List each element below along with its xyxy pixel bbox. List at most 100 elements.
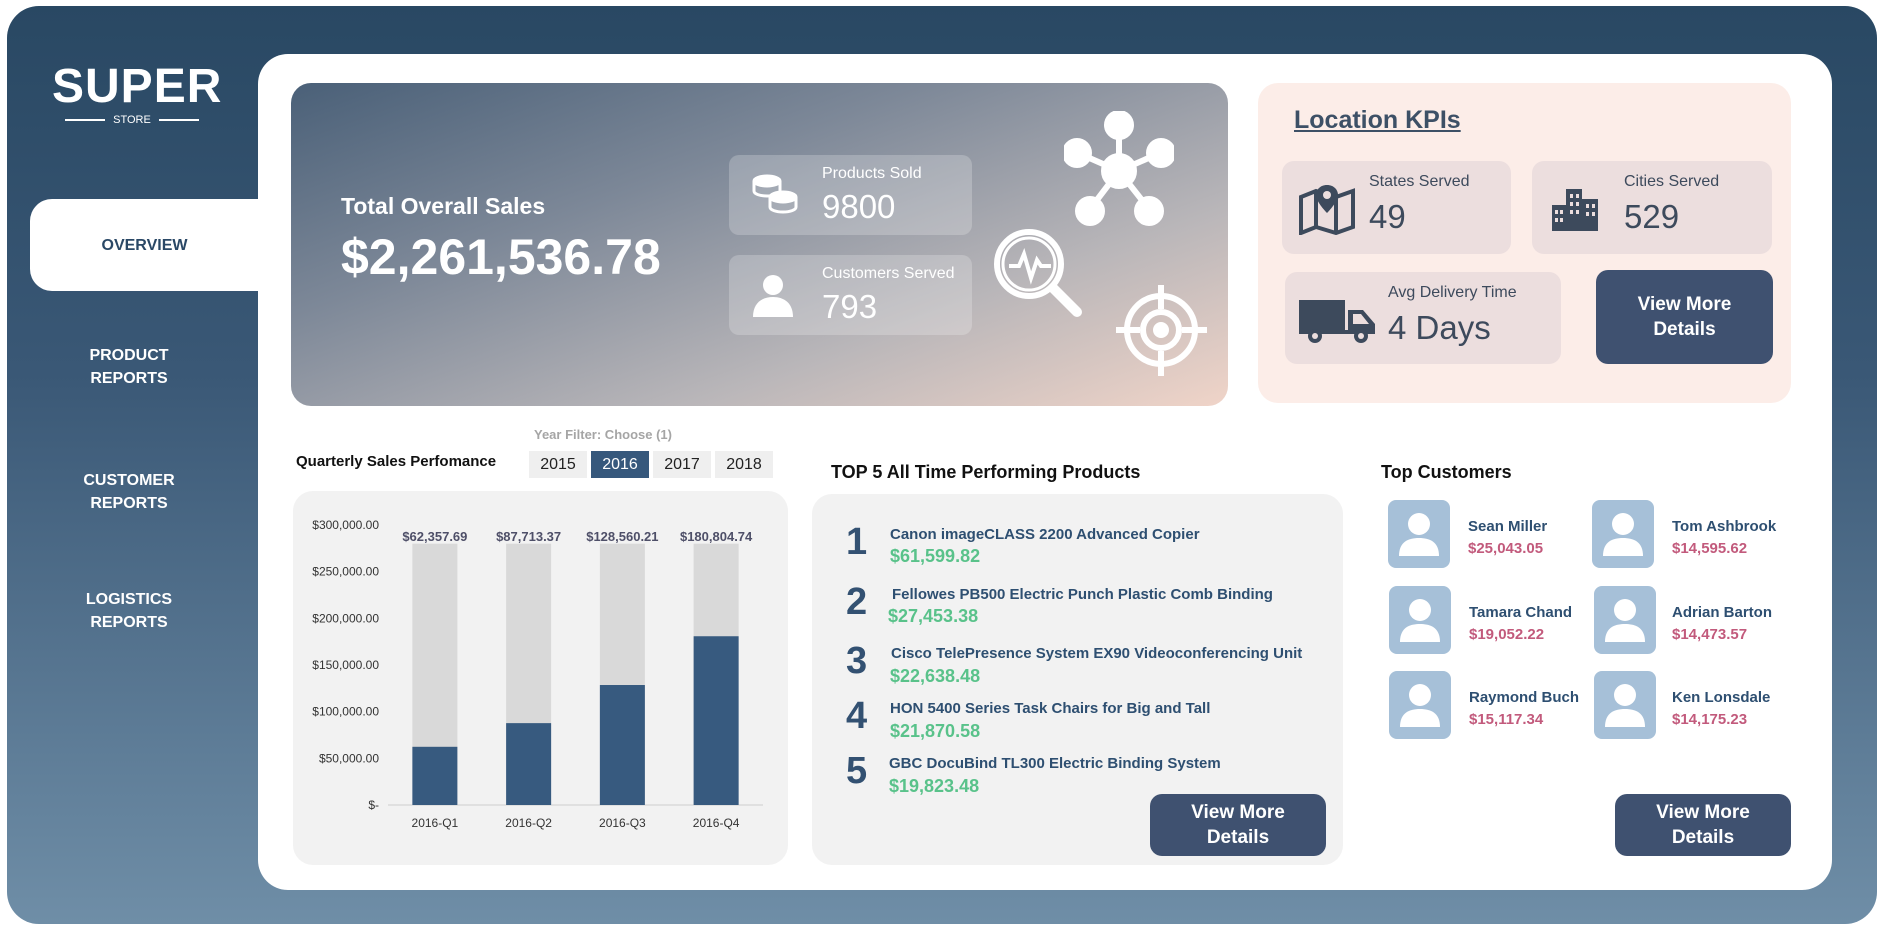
nav-label-line: PRODUCT (89, 347, 169, 364)
quarterly-sales-chart-card: $- $50,000.00 $100,000.00 $150,000.00 $200,0… (293, 491, 788, 865)
year-filter-2018[interactable]: 2018 (715, 451, 773, 478)
sales-bar (693, 636, 739, 805)
product-name: GBC DocuBind TL300 Electric Binding Syst… (889, 755, 1221, 772)
button-label-line: Details (1653, 319, 1716, 340)
user-icon (753, 275, 793, 317)
bar-data-label: $180,804.74 (680, 529, 753, 544)
customer-sales-value: $25,043.05 (1468, 540, 1544, 557)
nav-label-line: REPORTS (90, 614, 168, 631)
customer-card: Sean Miller $25,043.05 (1388, 500, 1547, 568)
cities-served-value: 529 (1624, 198, 1680, 235)
cities-served-card: Cities Served 529 (1532, 161, 1772, 254)
y-tick-label: $200,000.00 (312, 611, 379, 625)
target-icon (1116, 285, 1207, 376)
x-tick-label: 2016-Q1 (412, 816, 459, 830)
customer-name: Sean Miller (1468, 518, 1548, 535)
year-filter-2015[interactable]: 2015 (529, 451, 587, 478)
button-label-line: View More (1191, 802, 1285, 823)
product-sales-value: $19,823.48 (889, 776, 980, 796)
location-kpis-title: Location KPIs (1294, 106, 1461, 134)
top-products-title: TOP 5 All Time Performing Products (831, 462, 1141, 482)
customer-sales-value: $14,473.57 (1672, 626, 1748, 643)
product-rank: 2 (846, 581, 868, 623)
customer-name: Raymond Buch (1469, 689, 1580, 706)
product-rank: 3 (846, 640, 868, 682)
customer-avatar-icon (1594, 586, 1656, 654)
y-tick-label: $250,000.00 (312, 565, 379, 579)
states-served-value: 49 (1369, 198, 1406, 235)
customer-sales-value: $19,052.22 (1469, 626, 1545, 643)
products-sold-value: 9800 (822, 188, 896, 225)
nav-label-line: REPORTS (90, 370, 168, 387)
products-sold-label: Products Sold (822, 165, 922, 182)
cities-served-label: Cities Served (1624, 173, 1720, 190)
nav-label-line: REPORTS (90, 495, 168, 512)
nav-customer-reports[interactable]: CUSTOMER REPORTS (30, 469, 228, 515)
x-tick-label: 2016-Q3 (599, 816, 646, 830)
product-sales-value: $27,453.38 (888, 606, 979, 626)
sales-bar (412, 746, 458, 805)
x-tick-label: 2016-Q2 (505, 816, 552, 830)
nav-label-line: CUSTOMER (83, 472, 175, 489)
year-filter-2016[interactable]: 2016 (591, 451, 649, 478)
network-icon (1064, 111, 1174, 226)
customer-card: Adrian Barton $14,473.57 (1594, 586, 1772, 654)
button-label-line: Details (1671, 827, 1735, 848)
nav-label-line: LOGISTICS (85, 591, 173, 608)
bar-data-label: $128,560.21 (586, 529, 658, 544)
customer-card: Tom Ashbrook $14,595.62 (1592, 500, 1776, 568)
customer-sales-value: $14,175.23 (1672, 711, 1748, 728)
button-label-line: View More (1637, 294, 1732, 315)
logo-subtitle: STORE (113, 114, 151, 126)
customer-name: Tamara Chand (1469, 604, 1573, 621)
truck-icon (1299, 300, 1375, 343)
y-tick-label: $300,000.00 (312, 518, 379, 532)
nav-product-reports[interactable]: PRODUCT REPORTS (30, 344, 228, 390)
top-customers-title: Top Customers (1381, 462, 1512, 482)
buildings-icon (1552, 189, 1598, 231)
sales-bar (599, 685, 645, 805)
customers-view-more-button[interactable]: View More Details (1615, 794, 1791, 856)
main-panel: Total Overall Sales $2,261,536.78 Produc… (258, 54, 1832, 890)
bar-data-label: $87,713.37 (496, 529, 561, 544)
y-tick-label: $150,000.00 (312, 658, 379, 672)
total-sales-label: Total Overall Sales (341, 193, 546, 219)
location-view-more-button[interactable]: View More Details (1596, 270, 1773, 364)
logo-mark: SUPER (52, 60, 223, 113)
nav-logistics-reports[interactable]: LOGISTICS REPORTS (30, 588, 228, 634)
nav-overview[interactable]: OVERVIEW (30, 199, 259, 291)
states-served-card: States Served 49 (1282, 161, 1511, 254)
customer-avatar-icon (1388, 500, 1450, 568)
analytics-magnifier-icon (994, 229, 1082, 317)
year-filter-2017[interactable]: 2017 (653, 451, 711, 478)
product-name: Canon imageCLASS 2200 Advanced Copier (890, 526, 1200, 543)
customer-avatar-icon (1389, 586, 1451, 654)
button-label-line: Details (1206, 827, 1270, 848)
customer-sales-value: $15,117.34 (1469, 711, 1544, 728)
product-sales-value: $21,870.58 (890, 721, 981, 741)
total-sales-value: $2,261,536.78 (341, 229, 661, 285)
y-tick-label: $- (368, 798, 379, 812)
product-name: Cisco TelePresence System EX90 Videoconf… (891, 645, 1303, 662)
customer-avatar-icon (1389, 671, 1451, 739)
product-sales-value: $61,599.82 (890, 546, 981, 566)
superstore-logo: SUPER STORE (52, 60, 223, 127)
avg-delivery-value: 4 Days (1388, 309, 1491, 346)
product-sales-value: $22,638.48 (890, 666, 981, 686)
customer-card: Tamara Chand $19,052.22 (1389, 586, 1572, 654)
customers-served-label: Customers Served (822, 265, 955, 282)
button-label-line: View More (1656, 802, 1750, 823)
customer-name: Tom Ashbrook (1672, 518, 1777, 535)
y-tick-label: $100,000.00 (312, 705, 379, 719)
customer-name: Adrian Barton (1672, 604, 1773, 621)
product-name: Fellowes PB500 Electric Punch Plastic Co… (892, 586, 1273, 603)
logo-divider (158, 119, 199, 121)
product-rank: 4 (846, 695, 868, 737)
bar-data-label: $62,357.69 (402, 529, 467, 544)
nav-overview-label: OVERVIEW (101, 236, 188, 254)
y-tick-label: $50,000.00 (319, 751, 379, 765)
avg-delivery-card: Avg Delivery Time 4 Days (1285, 272, 1561, 364)
product-rank: 5 (846, 750, 868, 792)
x-tick-label: 2016-Q4 (693, 816, 740, 830)
products-view-more-button[interactable]: View More Details (1150, 794, 1326, 856)
